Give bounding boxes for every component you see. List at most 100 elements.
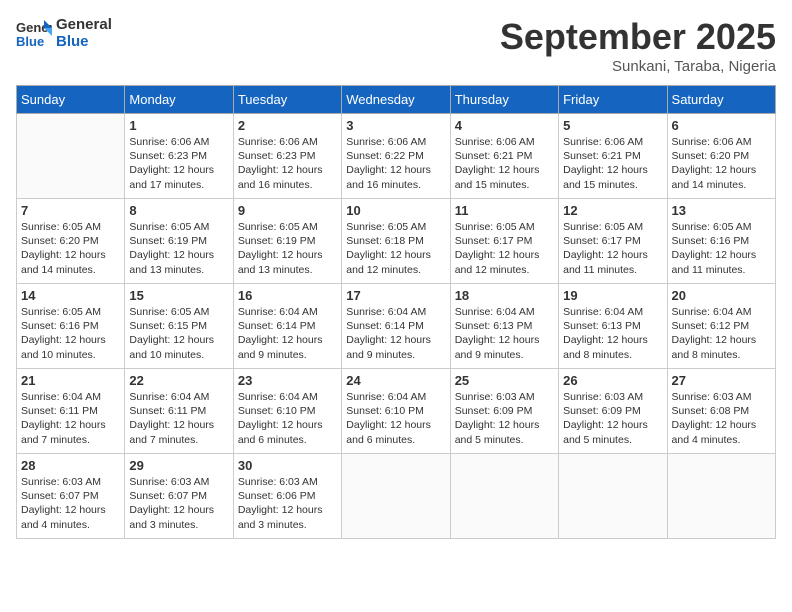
- day-detail: Sunrise: 6:05 AM Sunset: 6:19 PM Dayligh…: [238, 220, 337, 277]
- day-cell: 9 Sunrise: 6:05 AM Sunset: 6:19 PM Daylig…: [233, 199, 341, 284]
- day-detail: Sunrise: 6:04 AM Sunset: 6:11 PM Dayligh…: [129, 390, 228, 447]
- day-cell: 23 Sunrise: 6:04 AM Sunset: 6:10 PM Dayli…: [233, 369, 341, 454]
- day-detail: Sunrise: 6:05 AM Sunset: 6:16 PM Dayligh…: [672, 220, 771, 277]
- day-number: 16: [238, 288, 337, 303]
- day-cell: 17 Sunrise: 6:04 AM Sunset: 6:14 PM Dayli…: [342, 284, 450, 369]
- day-detail: Sunrise: 6:03 AM Sunset: 6:08 PM Dayligh…: [672, 390, 771, 447]
- day-detail: Sunrise: 6:05 AM Sunset: 6:17 PM Dayligh…: [563, 220, 662, 277]
- day-detail: Sunrise: 6:04 AM Sunset: 6:14 PM Dayligh…: [238, 305, 337, 362]
- day-detail: Sunrise: 6:03 AM Sunset: 6:07 PM Dayligh…: [129, 475, 228, 532]
- day-cell: 25Sunrise: 6:03 AM Sunset: 6:09 PM Dayli…: [450, 369, 558, 454]
- day-detail: Sunrise: 6:04 AM Sunset: 6:12 PM Dayligh…: [672, 305, 771, 362]
- day-number: 9: [238, 203, 337, 218]
- day-detail: Sunrise: 6:05 AM Sunset: 6:16 PM Dayligh…: [21, 305, 120, 362]
- week-row-1: 1 Sunrise: 6:06 AM Sunset: 6:23 PM Daylig…: [17, 114, 776, 199]
- day-cell: 10 Sunrise: 6:05 AM Sunset: 6:18 PM Dayli…: [342, 199, 450, 284]
- day-cell: 1 Sunrise: 6:06 AM Sunset: 6:23 PM Daylig…: [125, 114, 233, 199]
- logo-icon: General Blue: [16, 18, 52, 48]
- day-cell: 5Sunrise: 6:06 AM Sunset: 6:21 PM Daylig…: [559, 114, 667, 199]
- logo: General Blue General Blue: [16, 16, 112, 50]
- day-number: 1: [129, 118, 228, 133]
- logo-blue: Blue: [56, 33, 112, 50]
- day-number: 25: [455, 373, 554, 388]
- svg-text:Blue: Blue: [16, 34, 44, 48]
- day-detail: Sunrise: 6:04 AM Sunset: 6:10 PM Dayligh…: [238, 390, 337, 447]
- day-cell: 27 Sunrise: 6:03 AM Sunset: 6:08 PM Dayli…: [667, 369, 775, 454]
- header-thursday: Thursday: [450, 86, 558, 114]
- day-cell: 12 Sunrise: 6:05 AM Sunset: 6:17 PM Dayli…: [559, 199, 667, 284]
- day-detail: Sunrise: 6:05 AM Sunset: 6:19 PM Dayligh…: [129, 220, 228, 277]
- day-cell: 28 Sunrise: 6:03 AM Sunset: 6:07 PM Dayli…: [17, 454, 125, 539]
- day-detail: Sunrise: 6:05 AM Sunset: 6:15 PM Dayligh…: [129, 305, 228, 362]
- day-number: 11: [455, 203, 554, 218]
- day-number: 17: [346, 288, 445, 303]
- location: Sunkani, Taraba, Nigeria: [500, 58, 776, 75]
- month-title: September 2025: [500, 16, 776, 58]
- day-cell: 14 Sunrise: 6:05 AM Sunset: 6:16 PM Dayli…: [17, 284, 125, 369]
- day-detail: Sunrise: 6:06 AM Sunset: 6:23 PM Dayligh…: [129, 135, 228, 192]
- day-number: 23: [238, 373, 337, 388]
- day-detail: Sunrise: 6:03 AM Sunset: 6:09 PM Dayligh…: [563, 390, 662, 447]
- header-monday: Monday: [125, 86, 233, 114]
- header-sunday: Sunday: [17, 86, 125, 114]
- day-cell: 24 Sunrise: 6:04 AM Sunset: 6:10 PM Dayli…: [342, 369, 450, 454]
- header-saturday: Saturday: [667, 86, 775, 114]
- day-number: 13: [672, 203, 771, 218]
- day-cell: 19 Sunrise: 6:04 AM Sunset: 6:13 PM Dayli…: [559, 284, 667, 369]
- calendar-table: SundayMondayTuesdayWednesdayThursdayFrid…: [16, 85, 776, 539]
- day-detail: Sunrise: 6:03 AM Sunset: 6:07 PM Dayligh…: [21, 475, 120, 532]
- week-row-4: 21 Sunrise: 6:04 AM Sunset: 6:11 PM Dayli…: [17, 369, 776, 454]
- week-row-3: 14 Sunrise: 6:05 AM Sunset: 6:16 PM Dayli…: [17, 284, 776, 369]
- day-detail: Sunrise: 6:05 AM Sunset: 6:20 PM Dayligh…: [21, 220, 120, 277]
- day-detail: Sunrise: 6:04 AM Sunset: 6:10 PM Dayligh…: [346, 390, 445, 447]
- day-number: 30: [238, 458, 337, 473]
- day-cell: 16 Sunrise: 6:04 AM Sunset: 6:14 PM Dayli…: [233, 284, 341, 369]
- day-number: 24: [346, 373, 445, 388]
- day-detail: Sunrise: 6:06 AM Sunset: 6:21 PM Dayligh…: [455, 135, 554, 192]
- day-detail: Sunrise: 6:05 AM Sunset: 6:17 PM Dayligh…: [455, 220, 554, 277]
- title-block: September 2025 Sunkani, Taraba, Nigeria: [500, 16, 776, 75]
- day-cell: [559, 454, 667, 539]
- day-number: 12: [563, 203, 662, 218]
- day-number: 22: [129, 373, 228, 388]
- day-detail: Sunrise: 6:03 AM Sunset: 6:06 PM Dayligh…: [238, 475, 337, 532]
- day-cell: 4Sunrise: 6:06 AM Sunset: 6:21 PM Daylig…: [450, 114, 558, 199]
- day-number: 28: [21, 458, 120, 473]
- day-cell: 22 Sunrise: 6:04 AM Sunset: 6:11 PM Dayli…: [125, 369, 233, 454]
- day-number: 5: [563, 118, 662, 133]
- day-cell: 15Sunrise: 6:05 AM Sunset: 6:15 PM Dayli…: [125, 284, 233, 369]
- day-cell: 30 Sunrise: 6:03 AM Sunset: 6:06 PM Dayli…: [233, 454, 341, 539]
- day-cell: [667, 454, 775, 539]
- day-detail: Sunrise: 6:06 AM Sunset: 6:22 PM Dayligh…: [346, 135, 445, 192]
- day-detail: Sunrise: 6:04 AM Sunset: 6:13 PM Dayligh…: [563, 305, 662, 362]
- day-detail: Sunrise: 6:05 AM Sunset: 6:18 PM Dayligh…: [346, 220, 445, 277]
- day-cell: [450, 454, 558, 539]
- page-header: General Blue General Blue September 2025…: [16, 16, 776, 75]
- day-number: 7: [21, 203, 120, 218]
- day-detail: Sunrise: 6:06 AM Sunset: 6:23 PM Dayligh…: [238, 135, 337, 192]
- day-number: 6: [672, 118, 771, 133]
- day-number: 14: [21, 288, 120, 303]
- day-number: 27: [672, 373, 771, 388]
- day-number: 2: [238, 118, 337, 133]
- day-cell: 2 Sunrise: 6:06 AM Sunset: 6:23 PM Daylig…: [233, 114, 341, 199]
- day-number: 20: [672, 288, 771, 303]
- day-cell: 29Sunrise: 6:03 AM Sunset: 6:07 PM Dayli…: [125, 454, 233, 539]
- day-cell: [342, 454, 450, 539]
- day-cell: 20 Sunrise: 6:04 AM Sunset: 6:12 PM Dayli…: [667, 284, 775, 369]
- week-row-5: 28 Sunrise: 6:03 AM Sunset: 6:07 PM Dayli…: [17, 454, 776, 539]
- day-cell: 26 Sunrise: 6:03 AM Sunset: 6:09 PM Dayli…: [559, 369, 667, 454]
- day-number: 10: [346, 203, 445, 218]
- day-number: 18: [455, 288, 554, 303]
- day-detail: Sunrise: 6:06 AM Sunset: 6:20 PM Dayligh…: [672, 135, 771, 192]
- day-number: 3: [346, 118, 445, 133]
- day-number: 19: [563, 288, 662, 303]
- calendar-header-row: SundayMondayTuesdayWednesdayThursdayFrid…: [17, 86, 776, 114]
- day-detail: Sunrise: 6:04 AM Sunset: 6:14 PM Dayligh…: [346, 305, 445, 362]
- day-cell: 3 Sunrise: 6:06 AM Sunset: 6:22 PM Daylig…: [342, 114, 450, 199]
- day-number: 26: [563, 373, 662, 388]
- day-cell: 7 Sunrise: 6:05 AM Sunset: 6:20 PM Daylig…: [17, 199, 125, 284]
- day-cell: 21Sunrise: 6:04 AM Sunset: 6:11 PM Dayli…: [17, 369, 125, 454]
- day-cell: 8Sunrise: 6:05 AM Sunset: 6:19 PM Daylig…: [125, 199, 233, 284]
- day-number: 21: [21, 373, 120, 388]
